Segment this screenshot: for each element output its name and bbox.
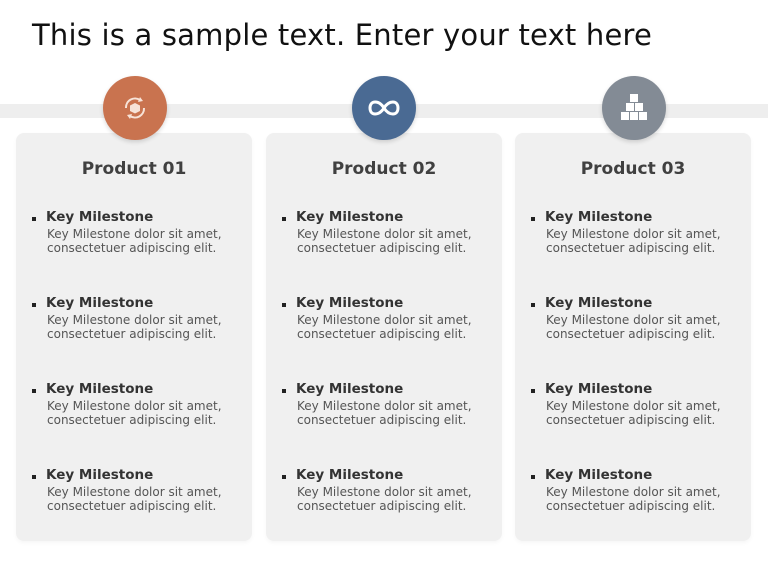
description-line: consectetuer adipiscing elit. bbox=[546, 241, 716, 255]
description-line: consectetuer adipiscing elit. bbox=[546, 499, 716, 513]
milestone-heading: Key Milestone bbox=[296, 381, 404, 397]
description-line: consectetuer adipiscing elit. bbox=[47, 327, 217, 341]
description-line: Key Milestone dolor sit amet, bbox=[297, 485, 472, 499]
milestone-heading: Key Milestone bbox=[46, 467, 154, 483]
stacked-boxes-icon bbox=[621, 94, 647, 120]
milestone-item: Key Milestone Key Milestone dolor sit ame… bbox=[282, 295, 492, 385]
product-3-badge bbox=[602, 76, 666, 140]
milestone-item: Key Milestone Key Milestone dolor sit ame… bbox=[531, 209, 741, 299]
milestone-description: Key Milestone dolor sit amet, consectetue… bbox=[546, 227, 746, 255]
product-panel-3: Product 03 Key Milestone Key Milestone do… bbox=[515, 133, 751, 541]
milestone-item: Key Milestone Key Milestone dolor sit ame… bbox=[282, 209, 492, 299]
milestone-description: Key Milestone dolor sit amet, consectetue… bbox=[546, 399, 746, 427]
milestone-description: Key Milestone dolor sit amet, consectetue… bbox=[47, 227, 247, 255]
slide-title: This is a sample text. Enter your text h… bbox=[32, 18, 653, 52]
milestone-description: Key Milestone dolor sit amet, consectetue… bbox=[546, 313, 746, 341]
milestone-description: Key Milestone dolor sit amet, consectetue… bbox=[47, 399, 247, 427]
milestone-heading: Key Milestone bbox=[46, 209, 154, 225]
description-line: consectetuer adipiscing elit. bbox=[546, 413, 716, 427]
bullet-icon bbox=[531, 389, 535, 393]
milestone-heading: Key Milestone bbox=[46, 381, 154, 397]
milestone-list: Key Milestone Key Milestone dolor sit ame… bbox=[531, 209, 741, 557]
description-line: Key Milestone dolor sit amet, bbox=[546, 227, 721, 241]
milestone-description: Key Milestone dolor sit amet, consectetue… bbox=[297, 399, 497, 427]
product-panel-1: Product 01 Key Milestone Key Milestone do… bbox=[16, 133, 252, 541]
product-panel-2: Product 02 Key Milestone Key Milestone do… bbox=[266, 133, 502, 541]
milestone-heading: Key Milestone bbox=[46, 295, 154, 311]
product-2-badge bbox=[352, 76, 416, 140]
milestone-heading: Key Milestone bbox=[296, 467, 404, 483]
milestone-item: Key Milestone Key Milestone dolor sit ame… bbox=[32, 467, 242, 557]
bullet-icon bbox=[32, 475, 36, 479]
description-line: consectetuer adipiscing elit. bbox=[47, 241, 217, 255]
description-line: Key Milestone dolor sit amet, bbox=[47, 227, 222, 241]
milestone-description: Key Milestone dolor sit amet, consectetue… bbox=[297, 227, 497, 255]
milestone-heading: Key Milestone bbox=[545, 467, 653, 483]
description-line: Key Milestone dolor sit amet, bbox=[47, 313, 222, 327]
bullet-icon bbox=[531, 303, 535, 307]
description-line: Key Milestone dolor sit amet, bbox=[297, 313, 472, 327]
description-line: consectetuer adipiscing elit. bbox=[297, 499, 467, 513]
bullet-icon bbox=[531, 217, 535, 221]
milestone-item: Key Milestone Key Milestone dolor sit ame… bbox=[531, 295, 741, 385]
description-line: Key Milestone dolor sit amet, bbox=[546, 313, 721, 327]
bullet-icon bbox=[531, 475, 535, 479]
description-line: Key Milestone dolor sit amet, bbox=[297, 227, 472, 241]
description-line: Key Milestone dolor sit amet, bbox=[47, 485, 222, 499]
description-line: consectetuer adipiscing elit. bbox=[297, 413, 467, 427]
milestone-list: Key Milestone Key Milestone dolor sit ame… bbox=[32, 209, 242, 557]
milestone-item: Key Milestone Key Milestone dolor sit ame… bbox=[32, 295, 242, 385]
milestone-item: Key Milestone Key Milestone dolor sit ame… bbox=[531, 381, 741, 471]
milestone-item: Key Milestone Key Milestone dolor sit ame… bbox=[282, 381, 492, 471]
milestone-description: Key Milestone dolor sit amet, consectetue… bbox=[47, 485, 247, 513]
description-line: consectetuer adipiscing elit. bbox=[47, 413, 217, 427]
product-1-badge bbox=[103, 76, 167, 140]
bullet-icon bbox=[32, 389, 36, 393]
milestone-heading: Key Milestone bbox=[296, 295, 404, 311]
milestone-item: Key Milestone Key Milestone dolor sit ame… bbox=[32, 209, 242, 299]
milestone-description: Key Milestone dolor sit amet, consectetue… bbox=[546, 485, 746, 513]
milestone-item: Key Milestone Key Milestone dolor sit ame… bbox=[531, 467, 741, 557]
product-title: Product 01 bbox=[81, 159, 187, 179]
recycle-box-icon bbox=[125, 97, 145, 119]
description-line: Key Milestone dolor sit amet, bbox=[546, 485, 721, 499]
description-line: Key Milestone dolor sit amet, bbox=[47, 399, 222, 413]
bullet-icon bbox=[32, 217, 36, 221]
description-line: Key Milestone dolor sit amet, bbox=[297, 399, 472, 413]
description-line: consectetuer adipiscing elit. bbox=[297, 327, 467, 341]
milestone-item: Key Milestone Key Milestone dolor sit ame… bbox=[282, 467, 492, 557]
product-title: Product 03 bbox=[580, 159, 686, 179]
milestone-list: Key Milestone Key Milestone dolor sit ame… bbox=[282, 209, 492, 557]
product-title: Product 02 bbox=[331, 159, 437, 179]
milestone-description: Key Milestone dolor sit amet, consectetue… bbox=[47, 313, 247, 341]
milestone-heading: Key Milestone bbox=[545, 295, 653, 311]
milestone-heading: Key Milestone bbox=[545, 209, 653, 225]
bullet-icon bbox=[282, 217, 286, 221]
milestone-item: Key Milestone Key Milestone dolor sit ame… bbox=[32, 381, 242, 471]
infinity-icon bbox=[368, 100, 400, 116]
description-line: consectetuer adipiscing elit. bbox=[47, 499, 217, 513]
milestone-heading: Key Milestone bbox=[545, 381, 653, 397]
description-line: consectetuer adipiscing elit. bbox=[546, 327, 716, 341]
milestone-heading: Key Milestone bbox=[296, 209, 404, 225]
bullet-icon bbox=[282, 475, 286, 479]
bullet-icon bbox=[282, 303, 286, 307]
milestone-description: Key Milestone dolor sit amet, consectetue… bbox=[297, 313, 497, 341]
description-line: consectetuer adipiscing elit. bbox=[297, 241, 467, 255]
milestone-description: Key Milestone dolor sit amet, consectetue… bbox=[297, 485, 497, 513]
description-line: Key Milestone dolor sit amet, bbox=[546, 399, 721, 413]
bullet-icon bbox=[282, 389, 286, 393]
bullet-icon bbox=[32, 303, 36, 307]
